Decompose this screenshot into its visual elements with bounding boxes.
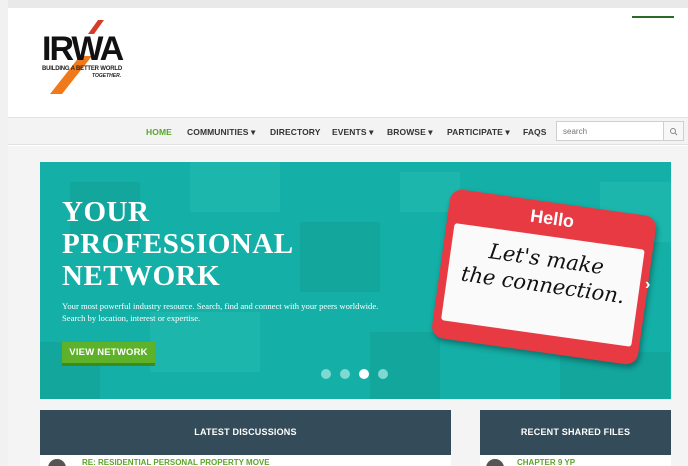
hero-subtitle: Your most powerful industry resource. Se… — [62, 301, 379, 323]
view-network-button[interactable]: VIEW NETWORK — [62, 342, 155, 366]
logo-tagline-together: TOGETHER. — [92, 73, 122, 79]
window-frame-top — [0, 0, 688, 8]
latest-discussions-header: LATEST DISCUSSIONS — [40, 410, 451, 455]
nav-participate[interactable]: PARTICIPATE ▾ — [447, 127, 510, 138]
hero-title: YOUR PROFESSIONAL NETWORK — [62, 196, 294, 292]
search-input[interactable] — [556, 121, 664, 141]
carousel-dot[interactable] — [321, 369, 331, 379]
carousel-dot[interactable] — [378, 369, 388, 379]
recent-shared-files-body — [480, 455, 671, 466]
shared-file-link[interactable]: CHAPTER 9 YP — [517, 458, 575, 466]
hero-title-line: NETWORK — [62, 260, 221, 292]
hero-banner: YOUR PROFESSIONAL NETWORK Your most powe… — [40, 162, 671, 399]
irwa-logo[interactable]: IRWA BUILDING A BETTER WORLD TOGETHER. — [40, 18, 150, 94]
search-icon — [670, 128, 678, 136]
hero-title-line: YOUR — [62, 196, 150, 228]
nav-communities[interactable]: COMMUNITIES ▾ — [187, 127, 255, 138]
nav-directory[interactable]: DIRECTORY — [270, 127, 321, 137]
recent-shared-files-header: RECENT SHARED FILES — [480, 410, 671, 455]
carousel-dot[interactable] — [340, 369, 350, 379]
carousel-dot-active[interactable] — [359, 369, 369, 379]
nav-faqs[interactable]: FAQS — [523, 127, 547, 137]
hello-sticker-image: Hello Let's make the connection. — [430, 188, 658, 366]
background-tile — [300, 222, 380, 292]
carousel-next-icon[interactable]: › — [645, 276, 650, 294]
logo-wordmark: IRWA — [42, 30, 124, 68]
nav-browse[interactable]: BROWSE ▾ — [387, 127, 433, 138]
background-tile — [370, 332, 440, 399]
discussion-link[interactable]: RE: RESIDENTIAL PERSONAL PROPERTY MOVE — [82, 458, 270, 466]
window-frame-left — [0, 0, 8, 466]
nav-events[interactable]: EVENTS ▾ — [332, 127, 373, 138]
main-navigation: HOME COMMUNITIES ▾ DIRECTORY EVENTS ▾ BR… — [8, 117, 688, 145]
search-button[interactable] — [664, 121, 684, 141]
logo-tagline: BUILDING A BETTER WORLD — [42, 66, 122, 72]
top-accent-line — [632, 16, 674, 18]
hero-title-line: PROFESSIONAL — [62, 228, 294, 260]
nav-home[interactable]: HOME — [146, 127, 172, 137]
